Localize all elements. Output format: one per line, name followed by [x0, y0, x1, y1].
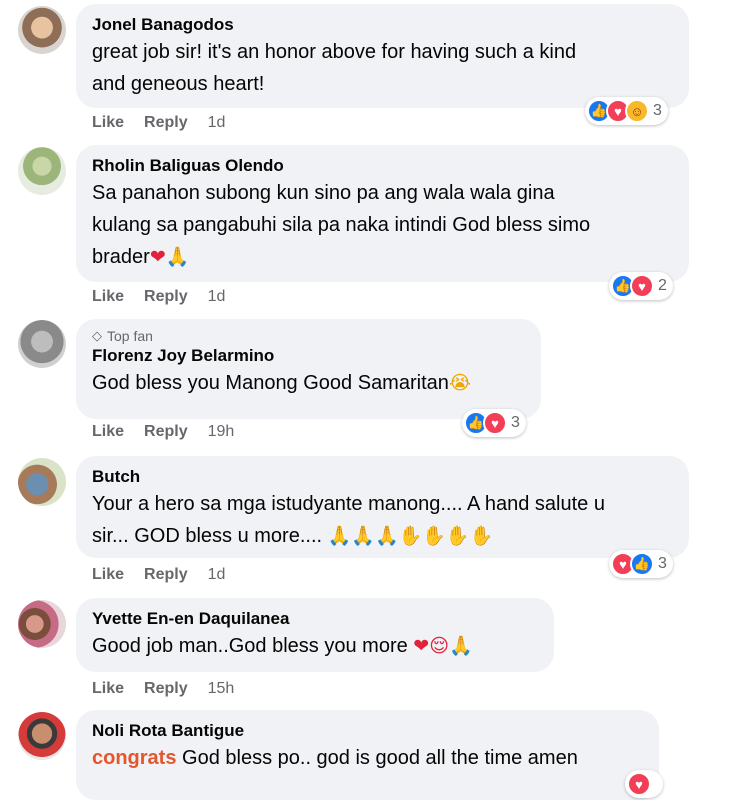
timestamp[interactable]: 1d: [208, 114, 226, 132]
comment-text-line: Good job man..God bless you more ❤😌🙏: [92, 630, 538, 662]
diamond-icon: ◇: [92, 328, 102, 343]
comment-text-last-line: brader❤🙏: [92, 241, 673, 273]
avatar[interactable]: [18, 6, 66, 54]
comment-bubble: ◇ Top fan Florenz Joy Belarmino God bles…: [76, 319, 541, 419]
reply-button[interactable]: Reply: [144, 566, 188, 584]
avatar[interactable]: [18, 600, 66, 648]
like-button[interactable]: Like: [92, 423, 124, 441]
comment-text-line: God bless you Manong Good Samaritan😭: [92, 367, 525, 399]
avatar[interactable]: [18, 712, 66, 760]
comment-actions: Like Reply 19h: [92, 423, 234, 441]
timestamp[interactable]: 19h: [208, 423, 235, 441]
timestamp[interactable]: 1d: [208, 566, 226, 584]
reaction-count: 3: [658, 555, 667, 572]
love-reaction-icon: ♥: [627, 772, 651, 796]
like-button[interactable]: Like: [92, 288, 124, 306]
commenter-name[interactable]: Rholin Baliguas Olendo: [92, 155, 673, 177]
congrats-highlight: congrats: [92, 747, 177, 769]
comment-text: Your a hero sa mga istudyante manong....…: [92, 493, 605, 515]
reaction-count: 3: [511, 414, 520, 431]
commenter-name[interactable]: Jonel Banagodos: [92, 14, 673, 36]
like-button[interactable]: Like: [92, 114, 124, 132]
comment-bubble: Butch Your a hero sa mga istudyante mano…: [76, 456, 689, 558]
comment-actions: Like Reply 1d: [92, 114, 225, 132]
prayer-hand-emojis: 🙏🙏🙏✋✋✋✋: [327, 525, 494, 547]
comment-text: great job sir! it's an honor above for h…: [92, 41, 577, 63]
reply-button[interactable]: Reply: [144, 680, 188, 698]
avatar[interactable]: [18, 320, 66, 368]
reply-button[interactable]: Reply: [144, 423, 188, 441]
comment-bubble: Noli Rota Bantigue congrats God bless po…: [76, 710, 659, 800]
like-button[interactable]: Like: [92, 566, 124, 584]
comment-actions: Like Reply 1d: [92, 566, 225, 584]
comment-bubble: Jonel Banagodos great job sir! it's an h…: [76, 4, 689, 108]
heart-relieved-prayer-emojis: ❤😌🙏: [413, 635, 473, 657]
comment-text: Good job man..God bless you more: [92, 635, 408, 657]
avatar[interactable]: [18, 147, 66, 195]
timestamp[interactable]: 1d: [208, 288, 226, 306]
commenter-name[interactable]: Yvette En-en Daquilanea: [92, 608, 538, 630]
reaction-summary[interactable]: 👍 ♥ ☺ 3: [585, 97, 668, 125]
love-reaction-icon: ♥: [483, 411, 507, 435]
avatar[interactable]: [18, 458, 66, 506]
comment-text: sir... GOD bless u more....: [92, 525, 323, 547]
like-button[interactable]: Like: [92, 680, 124, 698]
comment-text-line: congrats God bless po.. god is good all …: [92, 742, 643, 774]
comment-text: and geneous heart!: [92, 73, 265, 95]
reaction-summary[interactable]: 👍 ♥ 3: [462, 409, 526, 437]
comment-text-last-line: sir... GOD bless u more.... 🙏🙏🙏✋✋✋✋: [92, 520, 673, 552]
timestamp[interactable]: 15h: [208, 680, 235, 698]
comment-bubble: Yvette En-en Daquilanea Good job man..Go…: [76, 598, 554, 672]
comment-text: God bless po.. god is good all the time …: [182, 747, 578, 769]
reply-button[interactable]: Reply: [144, 288, 188, 306]
comment-actions: Like Reply 15h: [92, 680, 234, 698]
crying-emoji: 😭: [448, 372, 472, 394]
comment-text: brader: [92, 246, 150, 268]
like-reaction-icon: 👍: [630, 552, 654, 576]
comment-text: God bless you Manong Good Samaritan: [92, 372, 449, 394]
comment-bubble: Rholin Baliguas Olendo Sa panahon subong…: [76, 145, 689, 282]
care-reaction-icon: ☺: [625, 99, 649, 123]
comment-text: Sa panahon subong kun sino pa ang wala w…: [92, 182, 555, 204]
commenter-name[interactable]: Florenz Joy Belarmino: [92, 345, 525, 367]
reaction-count: 2: [658, 277, 667, 294]
heart-prayer-emoji: ❤🙏: [149, 246, 190, 268]
commenter-name[interactable]: Butch: [92, 466, 673, 488]
reaction-summary[interactable]: 👍 ♥ 2: [609, 272, 673, 300]
love-reaction-icon: ♥: [630, 274, 654, 298]
reaction-summary[interactable]: ♥ 👍 3: [609, 550, 673, 578]
comment-text: kulang sa pangabuhi sila pa naka intindi…: [92, 214, 591, 236]
reaction-count: 3: [653, 102, 662, 119]
reaction-summary[interactable]: ♥: [625, 770, 663, 798]
comment-actions: Like Reply 1d: [92, 288, 225, 306]
badge-label: Top fan: [107, 328, 153, 344]
reply-button[interactable]: Reply: [144, 114, 188, 132]
top-fan-badge: ◇ Top fan: [92, 327, 525, 345]
commenter-name[interactable]: Noli Rota Bantigue: [92, 720, 643, 742]
